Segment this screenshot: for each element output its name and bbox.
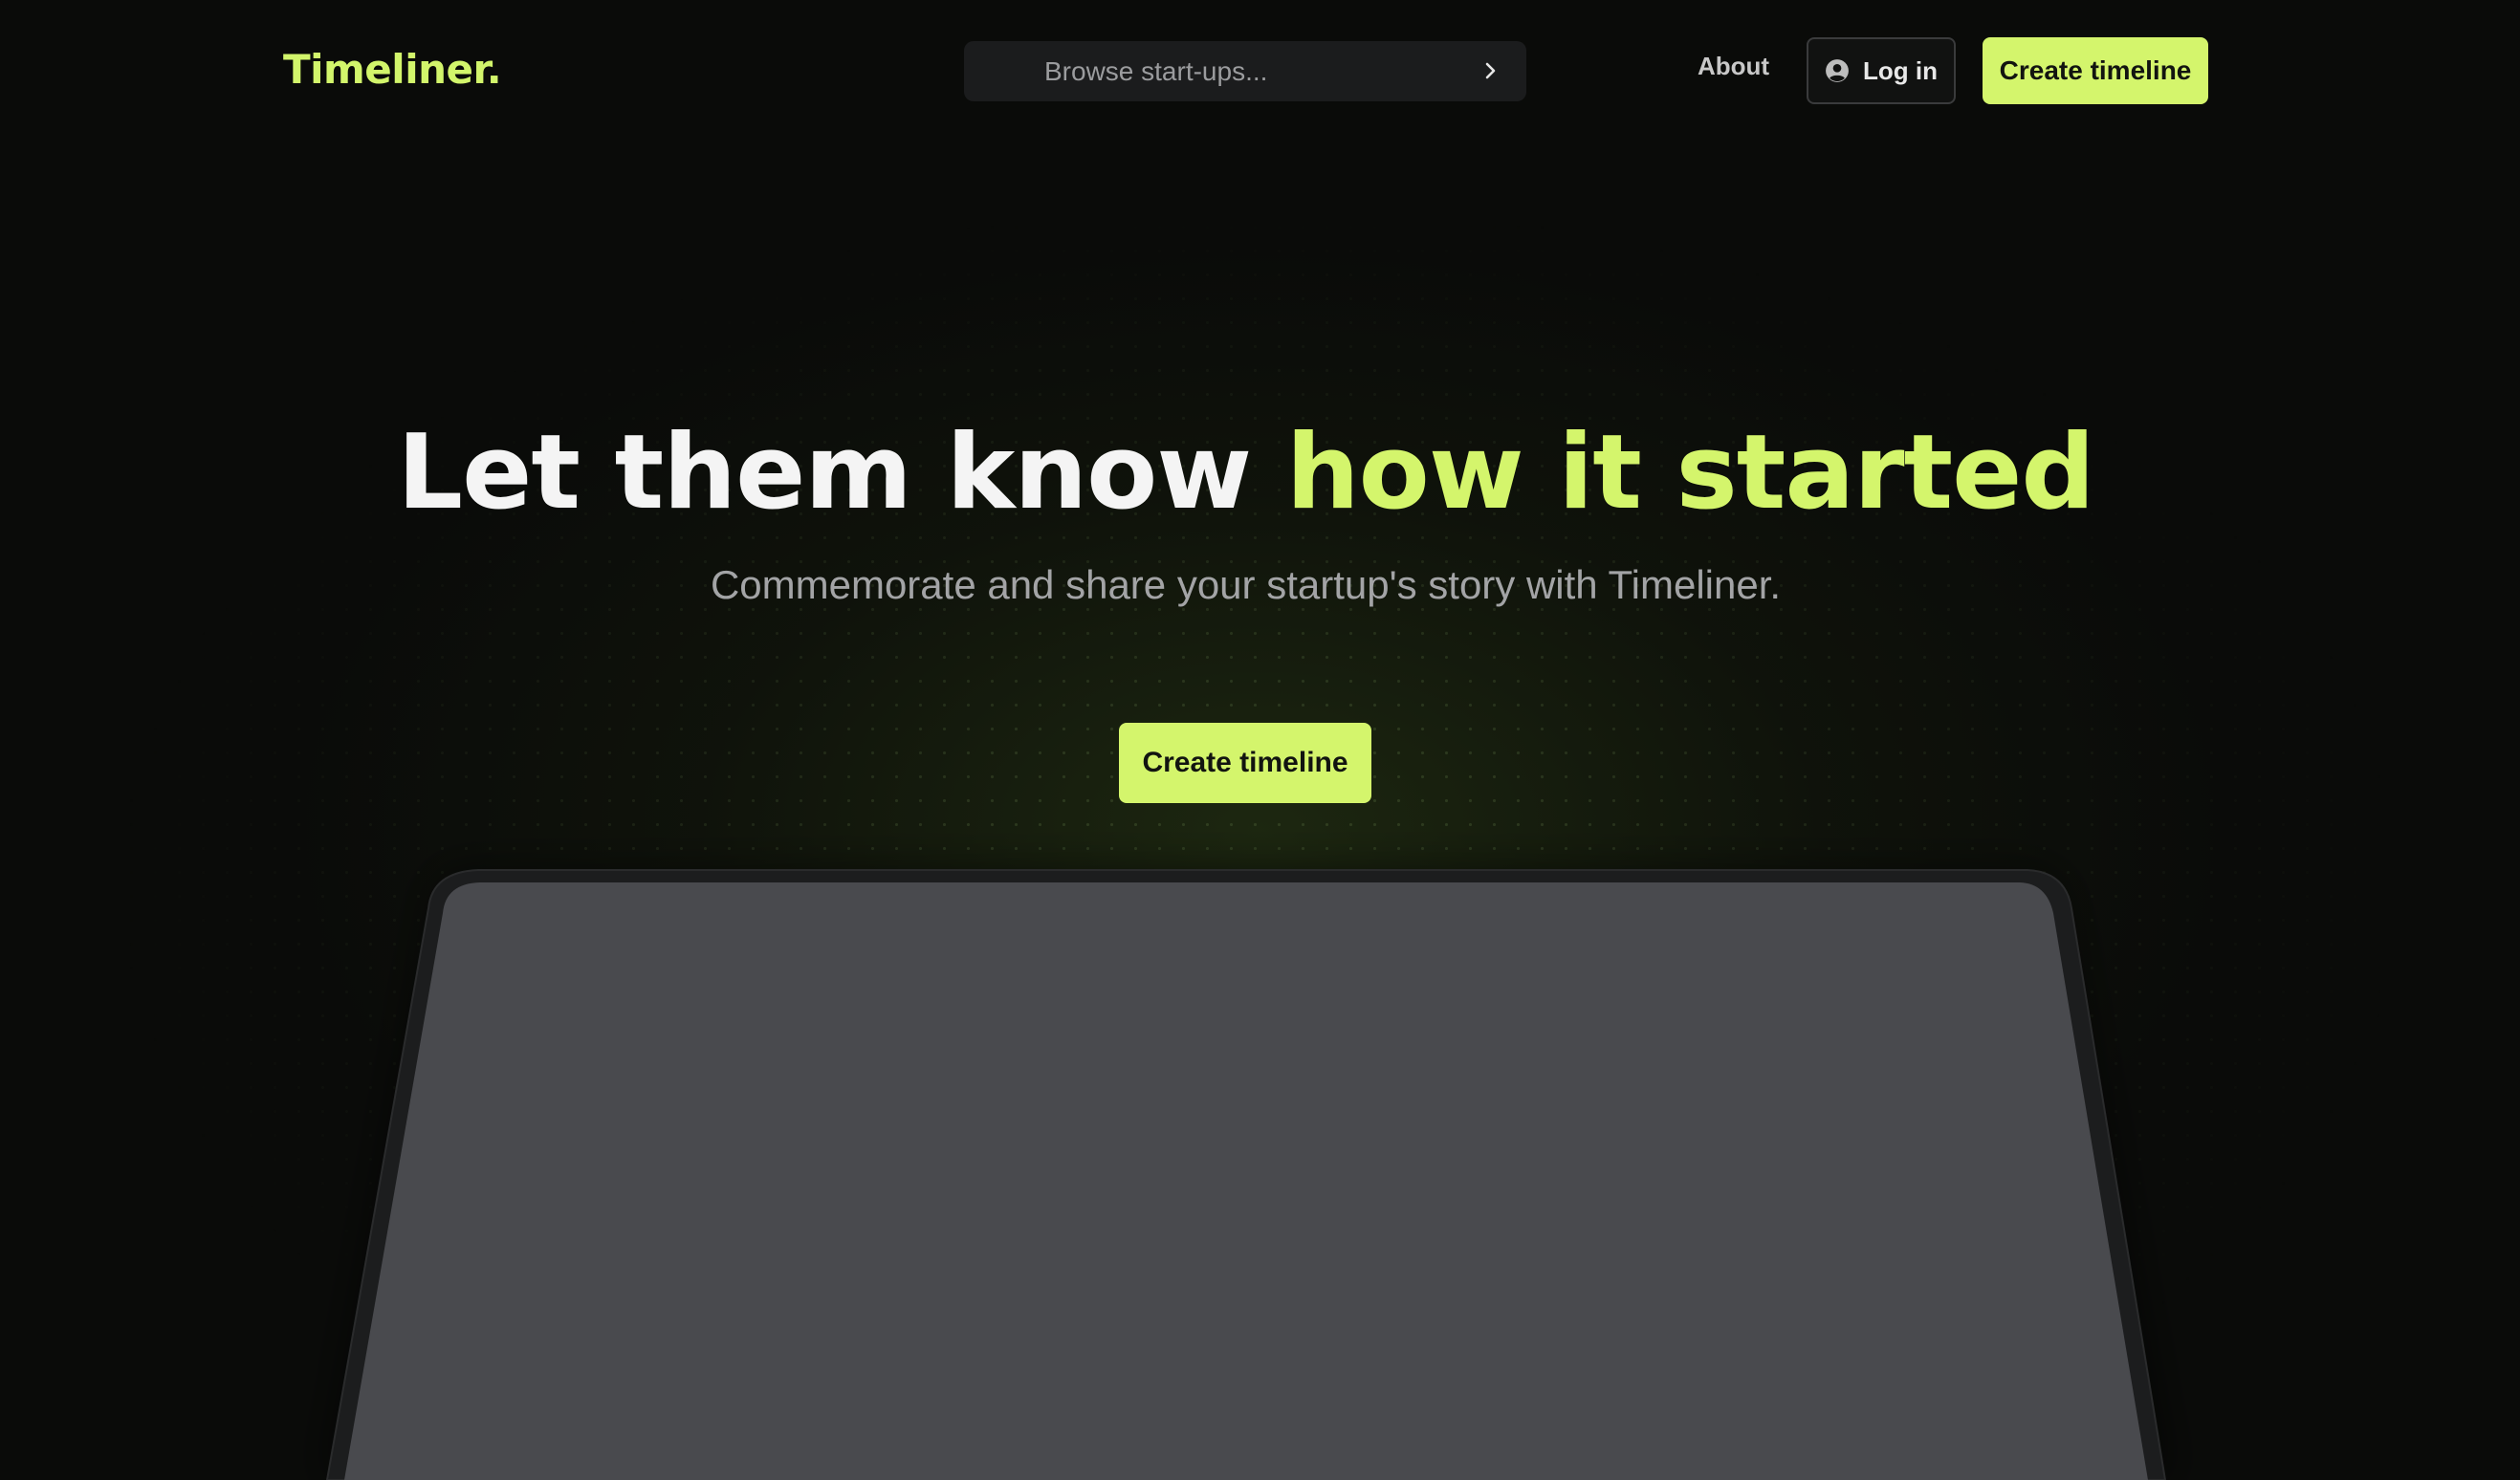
device-mockup [325, 869, 2171, 1480]
device-screen [344, 882, 2148, 1480]
landing-page: Timeliner. Browse start-ups... About Log… [0, 0, 2520, 1480]
